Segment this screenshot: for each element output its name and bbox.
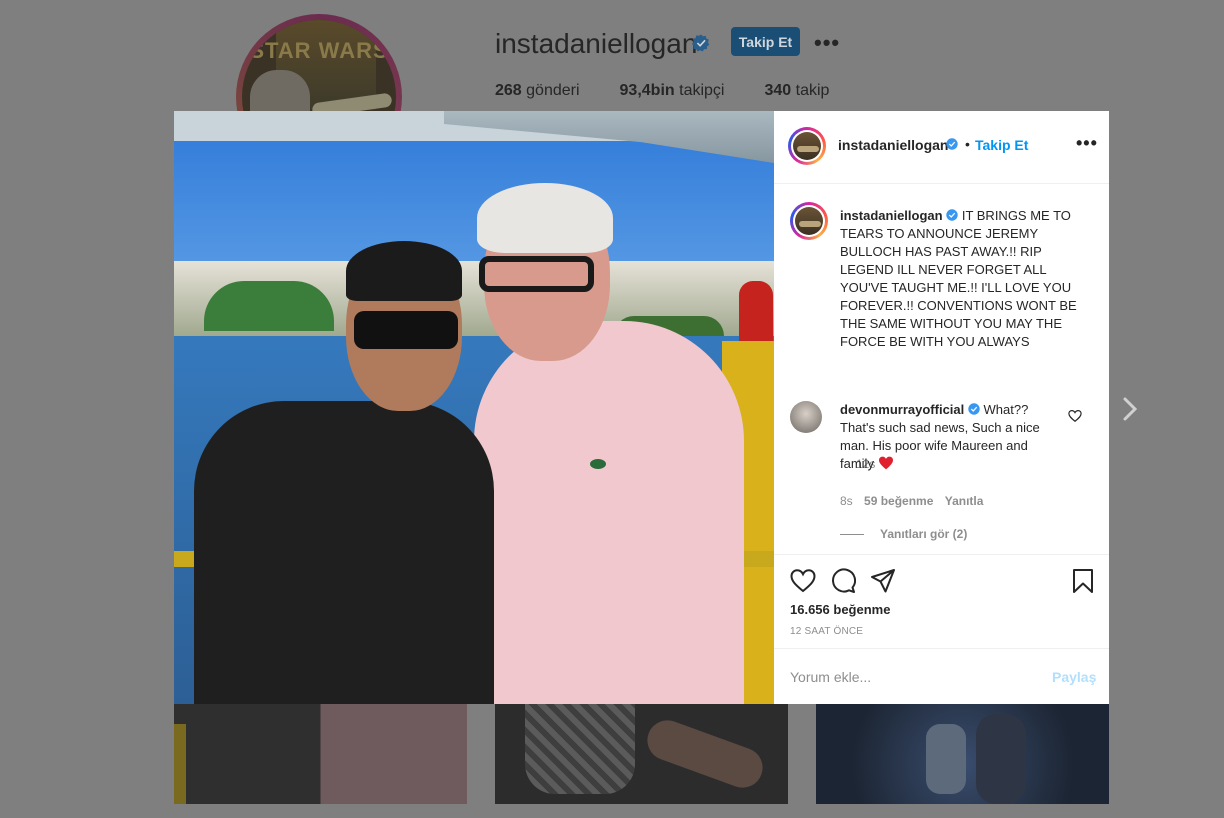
more-options-icon[interactable]: ••• — [814, 30, 840, 56]
following-stat[interactable]: 340 takip — [764, 82, 829, 100]
post-side-panel: instadaniellogan • Takip Et ••• instadan… — [774, 111, 1109, 704]
post-actions: 16.656 beğenme 12 SAAT ÖNCE — [774, 554, 1109, 650]
reply-button[interactable]: Yanıtla — [945, 494, 984, 508]
grid-post-thumbnail[interactable] — [816, 704, 1109, 804]
comment-meta: 8s 59 beğenme Yanıtla — [840, 494, 991, 508]
follow-link[interactable]: Takip Et — [975, 137, 1028, 153]
post-comment-button[interactable]: Paylaş — [1052, 669, 1096, 685]
add-comment-bar: Paylaş — [774, 648, 1109, 705]
poster-title: STAR WARS — [249, 38, 389, 63]
caption-body: IT BRINGS ME TO TEARS TO ANNOUNCE JEREMY… — [840, 208, 1077, 349]
post-header: instadaniellogan • Takip Et ••• — [774, 111, 1109, 184]
avatar[interactable] — [788, 127, 826, 165]
avatar[interactable] — [790, 401, 822, 433]
likes-count[interactable]: 16.656 beğenme — [790, 602, 890, 617]
caption-text: instadaniellogan IT BRINGS ME TO TEARS T… — [840, 207, 1088, 351]
post-photo[interactable] — [174, 111, 774, 704]
profile-header: STAR WARS instadaniellogan Takip Et ••• … — [0, 0, 1224, 180]
comment-text: devonmurrayofficial What?? That's such s… — [840, 401, 1050, 473]
comment-input[interactable] — [790, 667, 1030, 687]
posts-stat[interactable]: 268 gönderi — [495, 82, 580, 100]
verified-badge-icon — [692, 34, 710, 52]
comment-timestamp[interactable]: 8s — [840, 494, 853, 508]
comment-likes[interactable]: 59 beğenme — [864, 494, 933, 508]
follow-button[interactable]: Takip Et — [731, 27, 800, 56]
verified-badge-icon — [946, 138, 958, 150]
comment-username[interactable]: devonmurrayofficial — [840, 402, 964, 417]
post-timestamp[interactable]: 12 SAAT ÖNCE — [790, 626, 863, 637]
heart-icon[interactable] — [1068, 409, 1082, 423]
post-modal: instadaniellogan • Takip Et ••• instadan… — [174, 111, 1109, 704]
separator-dot: • — [965, 136, 970, 152]
caption-username[interactable]: instadaniellogan — [840, 208, 943, 223]
verified-badge-icon — [968, 403, 980, 415]
profile-username: instadaniellogan — [495, 28, 698, 59]
avatar[interactable] — [790, 202, 828, 240]
followers-stat[interactable]: 93,4bin takipçi — [620, 82, 725, 100]
view-replies-label: Yanıtları gör (2) — [880, 527, 968, 541]
red-heart-emoji-icon — [878, 456, 893, 470]
comment-icon[interactable] — [830, 568, 856, 594]
bookmark-icon[interactable] — [1070, 568, 1096, 594]
heart-icon[interactable] — [790, 568, 816, 594]
chevron-right-icon[interactable] — [1120, 396, 1140, 422]
replies-divider — [840, 533, 864, 535]
profile-stats: 268 gönderi 93,4bin takipçi 340 takip — [495, 82, 869, 100]
more-options-icon[interactable]: ••• — [1076, 133, 1098, 154]
verified-badge-icon — [946, 209, 958, 221]
view-replies-button[interactable]: Yanıtları gör (2) — [840, 527, 967, 541]
paper-plane-icon[interactable] — [870, 568, 896, 594]
grid-post-thumbnail[interactable] — [495, 704, 788, 804]
grid-post-thumbnail[interactable] — [174, 704, 467, 804]
post-author-username[interactable]: instadaniellogan — [838, 137, 948, 153]
